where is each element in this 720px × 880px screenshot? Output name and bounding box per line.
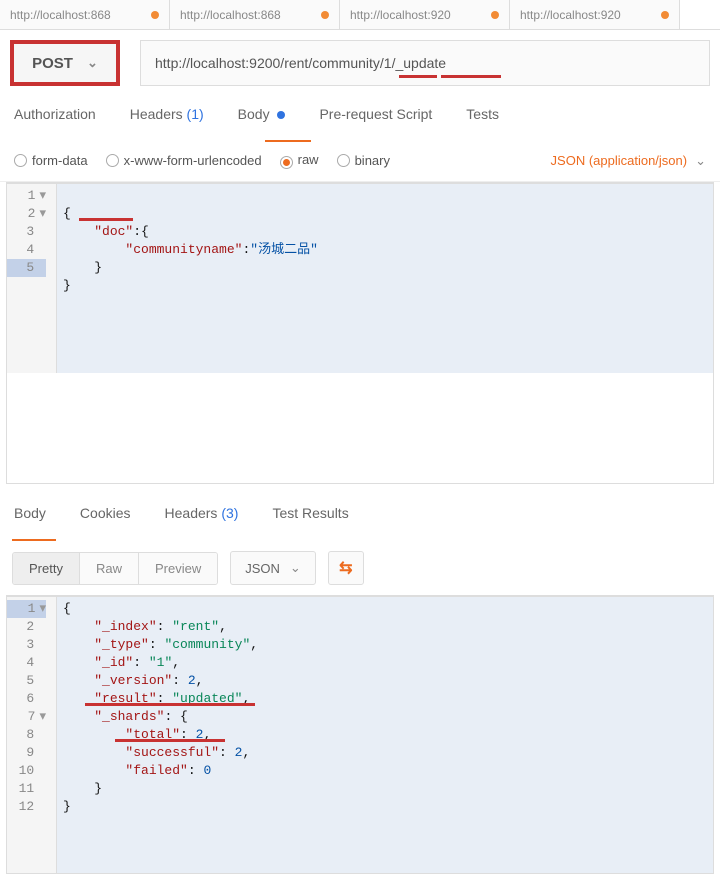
doc-tab[interactable]: http://localhost:868 bbox=[170, 0, 340, 29]
response-editor[interactable]: 1▾ 2 3 4 5 6 7▾ 8 9 10 11 12 { "_index":… bbox=[6, 595, 714, 874]
view-mode-seg: Pretty Raw Preview bbox=[12, 552, 218, 585]
tab-headers[interactable]: Headers (1) bbox=[130, 106, 204, 132]
method-select[interactable]: POST ⌄ bbox=[10, 40, 120, 86]
tab-prerequest[interactable]: Pre-request Script bbox=[319, 106, 432, 132]
tab-resp-cookies[interactable]: Cookies bbox=[80, 505, 131, 531]
annotation bbox=[399, 75, 437, 78]
annotation bbox=[79, 218, 133, 221]
seg-raw[interactable]: Raw bbox=[80, 553, 139, 584]
radio-urlencoded[interactable]: x-www-form-urlencoded bbox=[106, 153, 262, 168]
headers-count: (1) bbox=[187, 106, 204, 122]
request-tabs: Authorization Headers (1) Body Pre-reque… bbox=[0, 86, 720, 142]
dirty-dot-icon bbox=[491, 11, 499, 19]
doc-tabs: http://localhost:868 http://localhost:86… bbox=[0, 0, 720, 30]
tab-resp-tests[interactable]: Test Results bbox=[272, 505, 348, 531]
request-editor[interactable]: 1▾ 2▾ 3 4 5 { "doc":{ "communityname":"汤… bbox=[6, 182, 714, 484]
opt-label: raw bbox=[298, 152, 319, 167]
tab-label: Headers bbox=[130, 106, 183, 122]
response-tabs: Body Cookies Headers (3) Test Results bbox=[0, 490, 720, 541]
wrap-lines-button[interactable]: ⇆ bbox=[328, 551, 364, 585]
opt-label: x-www-form-urlencoded bbox=[124, 153, 262, 168]
tab-body[interactable]: Body bbox=[238, 106, 286, 132]
chevron-down-icon: ⌄ bbox=[290, 560, 301, 576]
radio-binary[interactable]: binary bbox=[337, 153, 390, 168]
seg-preview[interactable]: Preview bbox=[139, 553, 217, 584]
annotation bbox=[85, 703, 255, 706]
method-label: POST bbox=[32, 55, 73, 72]
tab-tests[interactable]: Tests bbox=[466, 106, 499, 132]
response-lang-select[interactable]: JSON ⌄ bbox=[230, 551, 316, 585]
response-toolbar: Pretty Raw Preview JSON ⌄ ⇆ bbox=[0, 541, 720, 595]
url-input[interactable] bbox=[155, 55, 695, 71]
radio-raw[interactable]: raw bbox=[280, 152, 319, 169]
tab-label: Headers bbox=[165, 505, 218, 521]
body-type-row: form-data x-www-form-urlencoded raw bina… bbox=[0, 142, 720, 182]
chevron-down-icon: ⌄ bbox=[87, 55, 98, 71]
chevron-down-icon: ⌄ bbox=[695, 153, 706, 169]
dot-icon bbox=[277, 111, 285, 119]
tab-authorization[interactable]: Authorization bbox=[14, 106, 96, 132]
gutter: 1▾ 2 3 4 5 6 7▾ 8 9 10 11 12 bbox=[7, 597, 57, 873]
annotation bbox=[115, 739, 225, 742]
ct-label: JSON (application/json) bbox=[551, 153, 688, 168]
doc-tab[interactable]: http://localhost:868 bbox=[0, 0, 170, 29]
dirty-dot-icon bbox=[151, 11, 159, 19]
doc-tab[interactable]: http://localhost:920 bbox=[340, 0, 510, 29]
opt-label: form-data bbox=[32, 153, 88, 168]
doc-tab-label: http://localhost:868 bbox=[180, 8, 281, 22]
tab-label: Body bbox=[238, 106, 270, 122]
headers-count: (3) bbox=[221, 505, 238, 521]
gutter: 1▾ 2▾ 3 4 5 bbox=[7, 184, 57, 373]
doc-tab-label: http://localhost:920 bbox=[520, 8, 621, 22]
opt-label: binary bbox=[355, 153, 390, 168]
doc-tab-label: http://localhost:868 bbox=[10, 8, 111, 22]
annotation bbox=[441, 75, 501, 78]
content-type-select[interactable]: JSON (application/json) ⌄ bbox=[551, 153, 706, 169]
doc-tab-label: http://localhost:920 bbox=[350, 8, 451, 22]
request-toolbar: POST ⌄ bbox=[0, 30, 720, 86]
seg-pretty[interactable]: Pretty bbox=[13, 553, 80, 584]
code[interactable]: { "doc":{ "communityname":"汤城二品" } } bbox=[57, 184, 713, 373]
dirty-dot-icon bbox=[661, 11, 669, 19]
code[interactable]: { "_index": "rent", "_type": "community"… bbox=[57, 597, 713, 873]
tab-resp-headers[interactable]: Headers (3) bbox=[165, 505, 239, 531]
wrap-icon: ⇆ bbox=[339, 558, 352, 578]
dirty-dot-icon bbox=[321, 11, 329, 19]
tab-resp-body[interactable]: Body bbox=[14, 505, 46, 531]
doc-tab[interactable]: http://localhost:920 bbox=[510, 0, 680, 29]
url-field-wrap bbox=[140, 40, 710, 86]
lang-label: JSON bbox=[245, 561, 280, 576]
radio-form-data[interactable]: form-data bbox=[14, 153, 88, 168]
